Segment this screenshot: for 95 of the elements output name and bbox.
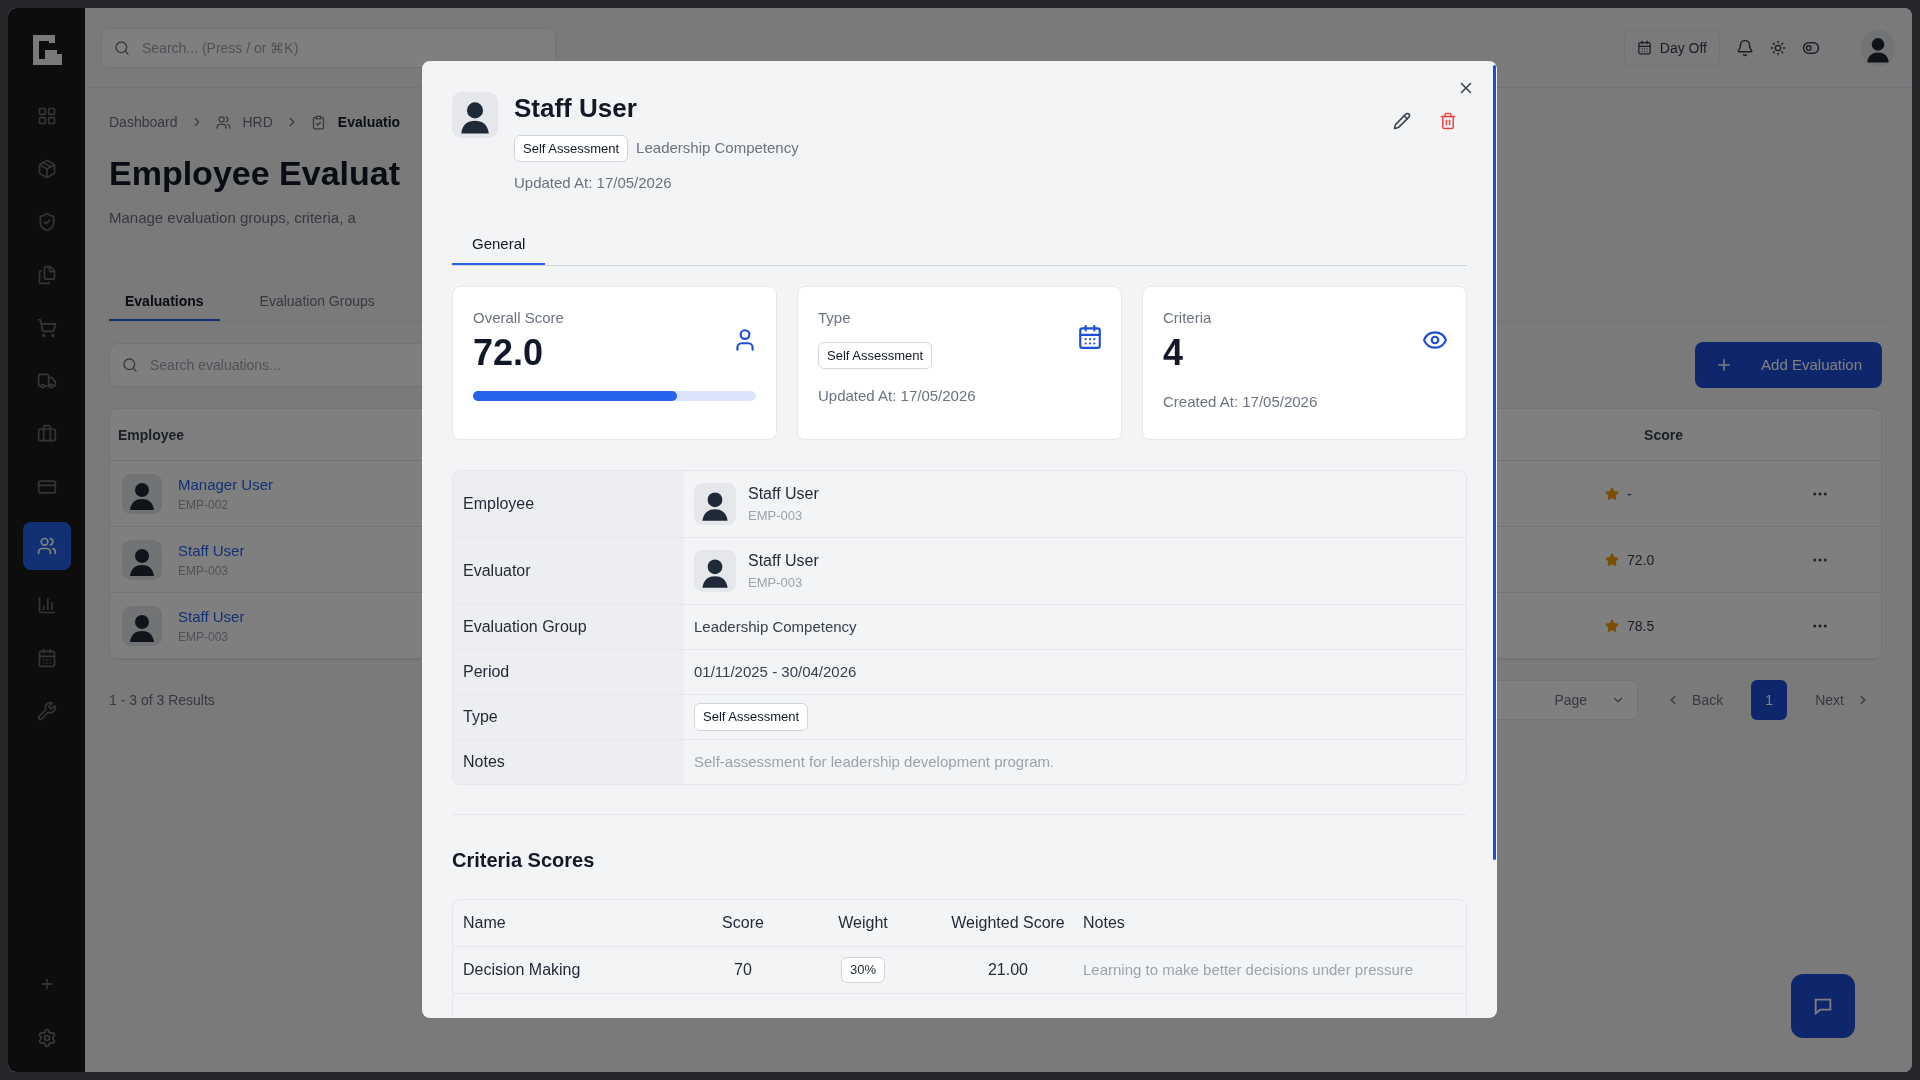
detail-label: Evaluation Group [463, 617, 587, 637]
search-icon [114, 39, 130, 56]
page-title: Employee Evaluat [109, 153, 400, 194]
sidebar-item[interactable] [22, 522, 71, 570]
calendar-icon [1636, 40, 1652, 55]
avatar [122, 473, 162, 514]
star-icon [1605, 552, 1619, 567]
column-header: Score [722, 913, 764, 933]
card-footnote: Updated At: 17/05/2026 [818, 386, 977, 406]
criteria-name: Decision Making [463, 960, 582, 980]
page-button[interactable]: 1 [1751, 680, 1788, 720]
person-name: Staff User [748, 484, 819, 505]
weighted-score: 21.00 [987, 960, 1028, 980]
breadcrumb-link[interactable]: Dashboard [109, 112, 178, 132]
page-tab[interactable]: Evaluations [109, 291, 220, 321]
search-icon [122, 357, 138, 373]
type-tag: Self Assessment [818, 341, 933, 369]
column-header: Employee [118, 425, 185, 445]
score-value: 78.5 [1627, 616, 1655, 636]
section-title: Criteria Scores [452, 848, 596, 873]
truck-icon [36, 371, 57, 391]
card-label: Type [818, 308, 852, 328]
detail-note: Self-assessment for leadership development program. [694, 751, 1055, 772]
back-button[interactable]: Back [1654, 680, 1736, 720]
detail-label: Evaluator [463, 561, 531, 581]
column-header: Score [1644, 425, 1683, 445]
weight-tag: 30% [841, 957, 885, 983]
chat-button[interactable] [1791, 974, 1855, 1038]
type-tag: Self Assessment [694, 703, 809, 731]
breadcrumb-link[interactable]: Evaluatio [337, 112, 401, 132]
detail-label: Notes [463, 752, 505, 772]
column-header: Weighted Score [951, 913, 1065, 933]
breadcrumb-link[interactable]: HRD [242, 112, 273, 132]
avatar [122, 605, 162, 646]
page-tab[interactable]: Evaluation Groups [251, 291, 383, 321]
employee-link[interactable]: Manager User [178, 474, 274, 497]
box-icon [36, 159, 57, 179]
day-off-button[interactable]: Day Off [1623, 29, 1720, 66]
add-evaluation-button[interactable]: Add Evaluation [1695, 342, 1882, 388]
card-footnote: Created At: 17/05/2026 [1163, 391, 1319, 412]
person-name: Staff User [748, 551, 819, 572]
card-value: 4 [1163, 330, 1184, 375]
edit-button[interactable] [1393, 112, 1411, 130]
column-header: Name [463, 913, 507, 933]
type-tag: Self Assessment [514, 134, 629, 162]
column-header: Notes [1083, 913, 1126, 933]
people-icon [36, 536, 57, 556]
detail-label: Employee [463, 494, 535, 514]
avatar [452, 92, 498, 138]
briefcase-icon [36, 424, 57, 444]
page-subtitle: Manage evaluation groups, criteria, a [109, 207, 356, 228]
people-icon [215, 114, 231, 130]
files-icon [36, 265, 57, 285]
dialog-tab[interactable]: General [452, 232, 546, 265]
dialog-title: Staff User [514, 92, 638, 125]
cart-icon [36, 318, 57, 338]
detail-label: Period [463, 662, 510, 682]
next-button[interactable]: Next [1803, 680, 1882, 720]
person-code: EMP-003 [748, 507, 804, 526]
score-value: - [1627, 484, 1632, 504]
sun-icon[interactable] [1770, 39, 1786, 56]
person-code: EMP-003 [748, 574, 804, 593]
trash-icon [1439, 112, 1457, 130]
settings-icon[interactable] [36, 1028, 57, 1048]
detail-label: Type [463, 707, 498, 727]
calendar-icon [36, 648, 57, 668]
detail-value: 01/11/2025 - 30/04/2026 [694, 661, 857, 682]
avatar [1860, 29, 1896, 66]
score-value: 72.0 [1627, 550, 1655, 570]
pencil-icon [1393, 112, 1411, 130]
clipboard-icon [310, 114, 326, 130]
results-count: 1 - 3 of 3 Results [109, 691, 215, 710]
bar-chart-icon [36, 595, 57, 615]
group-name: Leadership Competency [636, 138, 799, 158]
criteria-note: Learning to make better decisions under pressure [1083, 959, 1415, 980]
card-icon [36, 477, 57, 497]
employee-link[interactable]: Staff User [178, 606, 245, 629]
column-header: Weight [838, 913, 888, 933]
updated-at: Updated At: 17/05/2026 [514, 173, 673, 193]
grid-icon [36, 106, 57, 126]
wrench-icon [36, 701, 57, 721]
star-icon [1605, 618, 1619, 633]
avatar [694, 550, 736, 592]
card-label: Overall Score [473, 308, 565, 328]
criteria-score: 70 [734, 960, 752, 980]
scrollbar-thumb[interactable] [1493, 65, 1496, 860]
bell-icon[interactable] [1736, 38, 1754, 57]
calendar-icon [1077, 324, 1103, 350]
avatar [694, 483, 736, 525]
avatar [122, 539, 162, 580]
detail-value: Leadership Competency [694, 616, 857, 637]
card-label: Criteria [1163, 308, 1213, 328]
employee-link[interactable]: Staff User [178, 540, 245, 563]
star-icon [1605, 486, 1619, 501]
delete-button[interactable] [1439, 112, 1457, 130]
